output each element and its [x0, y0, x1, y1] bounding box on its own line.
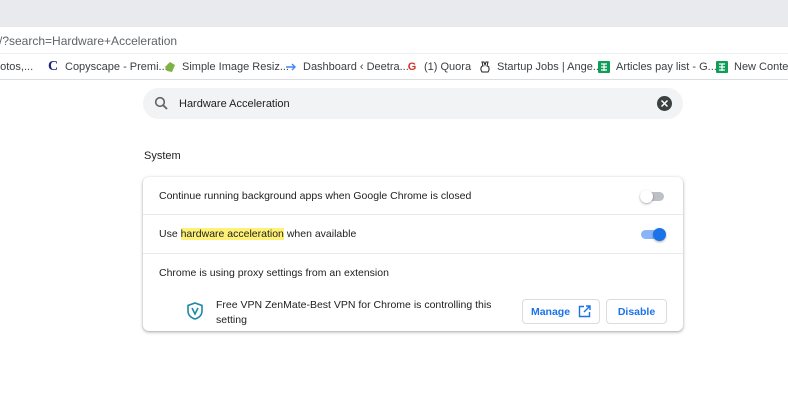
- bookmark-photos[interactable]: hotos,...: [0, 54, 34, 79]
- bookmark-label: Articles pay list - G...: [616, 61, 717, 73]
- arrow-icon: [285, 61, 297, 73]
- sheets-icon: [598, 61, 610, 73]
- bookmark-label: New Content: [734, 61, 788, 73]
- tab-strip: [0, 0, 788, 27]
- bookmark-label: Dashboard ‹ Deetra...: [303, 61, 409, 73]
- bookmark-label: Simple Image Resiz...: [182, 61, 289, 73]
- search-input[interactable]: [179, 93, 639, 114]
- manage-button[interactable]: Manage: [522, 299, 600, 324]
- quora-icon: G: [407, 61, 417, 73]
- bookmark-copyscape[interactable]: C Copyscape - Premi...: [47, 54, 168, 79]
- bookmark-articles-pay-list[interactable]: Articles pay list - G...: [598, 54, 717, 79]
- address-bar[interactable]: /?search=Hardware+Acceleration: [0, 27, 788, 54]
- setting-label: Use hardware acceleration when available: [159, 228, 356, 240]
- extension-text: Free VPN ZenMate-Best VPN for Chrome is …: [216, 299, 492, 326]
- close-icon: [660, 99, 669, 108]
- bookmark-startup-jobs[interactable]: Startup Jobs | Ange...: [479, 54, 602, 79]
- extension-control-row: Free VPN ZenMate-Best VPN for Chrome is …: [143, 292, 683, 331]
- bookmarks-bar: hotos,... C Copyscape - Premi... Simple …: [0, 54, 788, 80]
- bookmark-image-resizer[interactable]: Simple Image Resiz...: [164, 54, 289, 79]
- bookmark-label: hotos,...: [0, 61, 34, 73]
- bookmark-label: (1) Quora: [424, 61, 472, 73]
- setting-background-apps[interactable]: Continue running background apps when Go…: [143, 177, 683, 215]
- clear-search-button[interactable]: [657, 96, 672, 111]
- section-title: System: [144, 150, 181, 162]
- setting-proxy: Chrome is using proxy settings from an e…: [143, 254, 683, 292]
- search-icon: [154, 96, 168, 110]
- system-settings-card: Continue running background apps when Go…: [143, 177, 683, 331]
- toggle-knob: [653, 228, 666, 241]
- setting-label: Continue running background apps when Go…: [159, 190, 472, 202]
- disable-label: Disable: [617, 305, 656, 318]
- label-prefix: Use: [159, 228, 181, 240]
- settings-search[interactable]: [143, 88, 683, 119]
- setting-hardware-acceleration[interactable]: Use hardware acceleration when available: [143, 215, 683, 254]
- bookmark-new-content[interactable]: New Content: [716, 54, 788, 79]
- angellist-icon: [479, 61, 491, 73]
- toggle-knob: [640, 190, 653, 203]
- bookmark-dashboard[interactable]: Dashboard ‹ Deetra...: [285, 54, 409, 79]
- disable-button[interactable]: Disable: [606, 299, 667, 324]
- label-suffix: when available: [283, 228, 357, 240]
- search-highlight: hardware acceleration: [180, 228, 284, 240]
- hardware-acceleration-toggle[interactable]: [641, 228, 667, 241]
- bookmark-quora[interactable]: G (1) Quora: [406, 54, 472, 79]
- bookmark-label: Startup Jobs | Ange...: [497, 61, 602, 73]
- zenmate-shield-icon: [187, 302, 203, 320]
- sheets-icon: [716, 61, 728, 73]
- background-apps-toggle[interactable]: [640, 190, 666, 203]
- image-resizer-icon: [164, 61, 176, 73]
- setting-label: Chrome is using proxy settings from an e…: [159, 267, 389, 279]
- bookmark-label: Copyscape - Premi...: [65, 61, 168, 73]
- manage-label: Manage: [530, 305, 571, 318]
- open-in-new-icon: [578, 305, 591, 318]
- address-url[interactable]: /?search=Hardware+Acceleration: [0, 34, 177, 48]
- copyscape-icon: C: [47, 59, 59, 74]
